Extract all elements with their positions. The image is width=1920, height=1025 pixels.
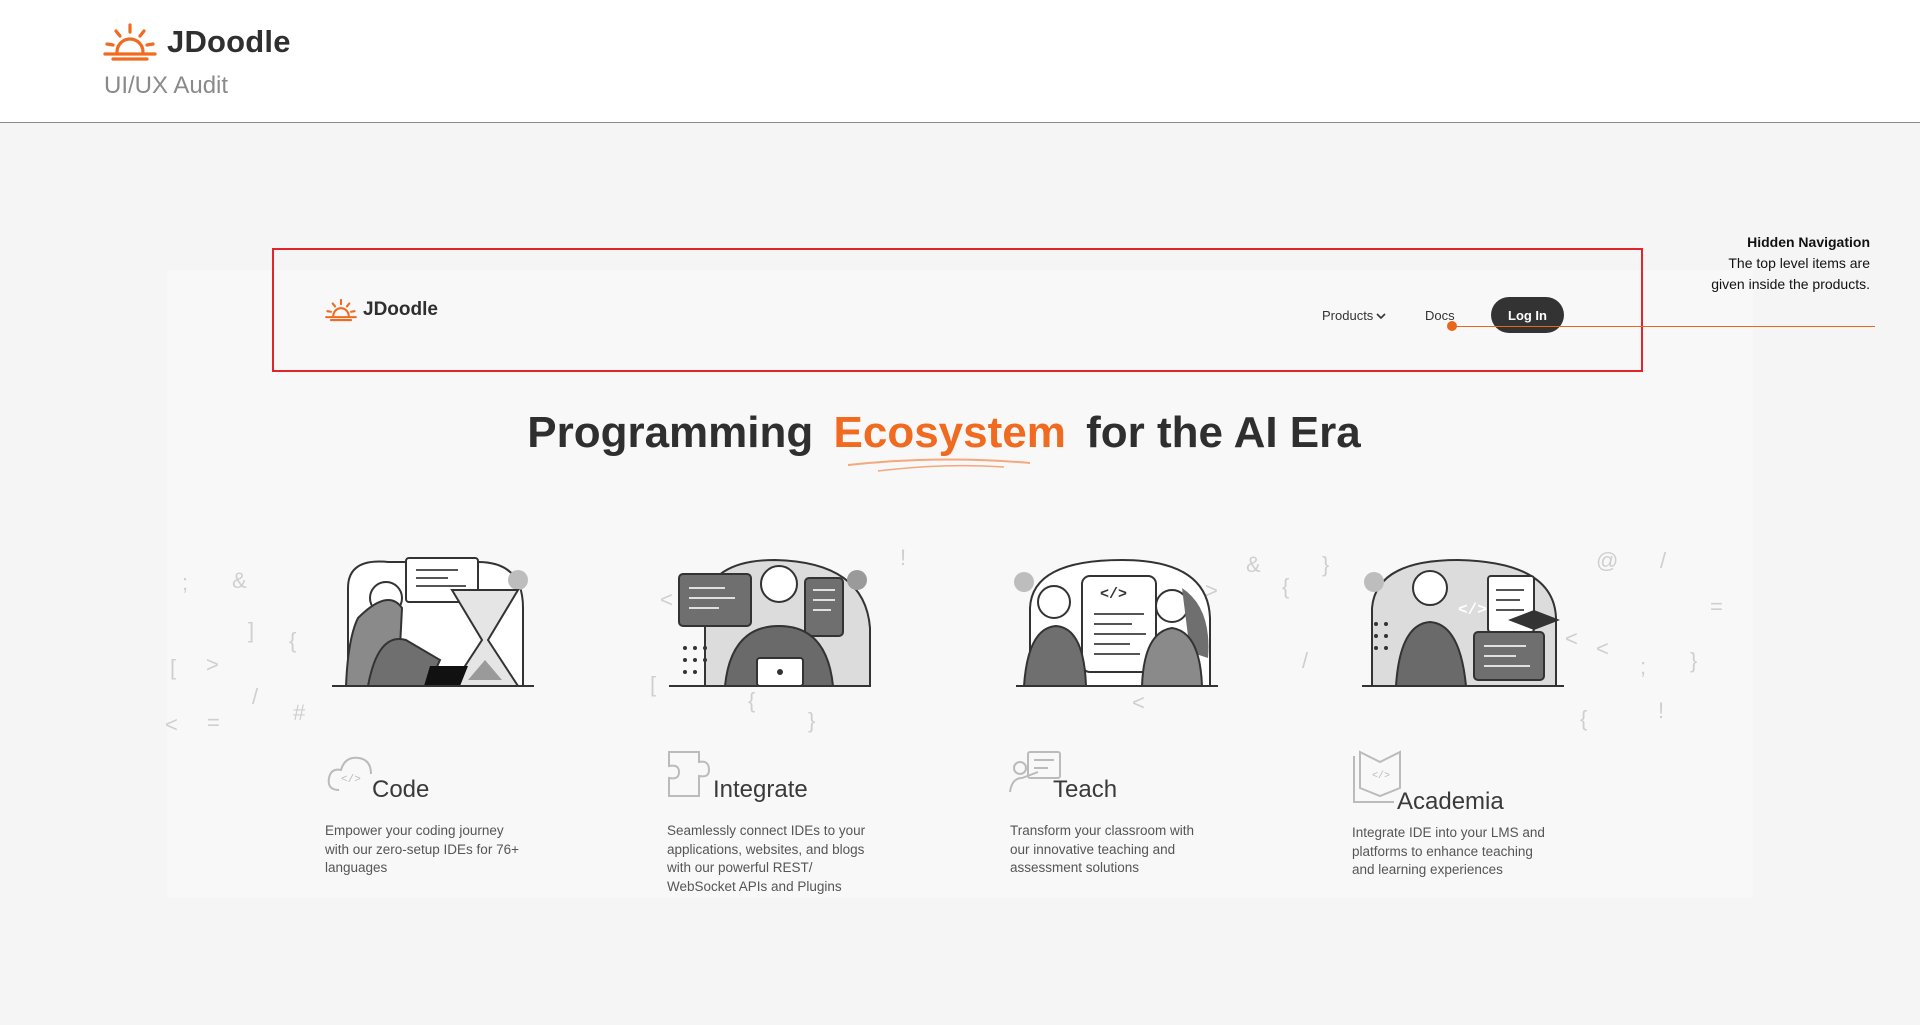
- card-desc-line: WebSocket APIs and Plugins: [667, 878, 842, 894]
- svg-text:</>: </>: [1372, 770, 1390, 782]
- teach-illustration: </>: [1014, 558, 1218, 687]
- glyph: [: [170, 655, 177, 680]
- sun-logo-icon: [103, 23, 157, 61]
- brush-underline-icon: [847, 458, 1030, 472]
- glyph: =: [1710, 594, 1723, 619]
- hero-text: Programming: [527, 408, 814, 457]
- glyph: [: [650, 672, 657, 697]
- glyph: {: [289, 628, 297, 653]
- annotation-pointer-dot: [1447, 321, 1457, 331]
- hero-text: for the AI Era: [1086, 408, 1361, 457]
- card-desc-line: and learning experiences: [1352, 862, 1503, 877]
- card-title-academia: Academia: [1397, 788, 1504, 815]
- card-desc-line: with our powerful REST/: [667, 860, 813, 875]
- glyph: !: [900, 545, 907, 570]
- chevron-down-icon: [1376, 312, 1386, 319]
- annotation-pointer-line: [1455, 326, 1875, 327]
- audit-subtitle: UI/UX Audit: [104, 72, 229, 99]
- glyph: >: [206, 652, 219, 677]
- glyph: {: [1580, 706, 1588, 731]
- hero-title: Programming Ecosystem for the AI Era: [0, 408, 1888, 472]
- hero-accent: Ecosystem: [833, 408, 1079, 472]
- audit-brand: JDoodle: [103, 22, 291, 62]
- card-desc-line: platforms to enhance teaching: [1352, 843, 1533, 859]
- glyph: }: [1690, 648, 1698, 673]
- site-logo[interactable]: JDoodle: [325, 298, 438, 322]
- svg-text:</>: </>: [1458, 601, 1487, 619]
- nav-products-label: Products: [1322, 308, 1374, 323]
- card-desc-line: Seamlessly connect IDEs to your: [667, 823, 866, 838]
- card-desc-line: Empower your coding journey: [325, 823, 504, 838]
- card-desc-code: Empower your coding journey with our zer…: [325, 822, 540, 878]
- card-title-code: Code: [372, 776, 430, 803]
- card-desc-line: our innovative teaching and: [1010, 841, 1176, 857]
- glyph: #: [293, 700, 306, 725]
- annotation-line: The top level items are: [1728, 255, 1870, 271]
- glyph: }: [1322, 552, 1330, 577]
- card-desc-line: Integrate IDE into your LMS and: [1352, 825, 1545, 840]
- card-desc-line: with our zero-setup IDEs for 76+: [325, 841, 519, 857]
- annotation-line: given inside the products.: [1711, 276, 1870, 292]
- card-desc-line: assessment solutions: [1010, 860, 1140, 875]
- glyph: /: [252, 684, 259, 709]
- glyph: =: [207, 710, 220, 735]
- glyph: !: [1658, 698, 1665, 723]
- glyph: @: [1596, 548, 1619, 573]
- hero-accent-text: Ecosystem: [833, 408, 1066, 457]
- card-desc-line: languages: [325, 860, 388, 875]
- glyph: /: [1660, 548, 1667, 573]
- card-title-teach: Teach: [1053, 776, 1118, 803]
- glyph: &: [232, 568, 247, 593]
- glyph: ;: [1640, 654, 1647, 679]
- glyph: ;: [182, 570, 189, 595]
- glyph: <: [1596, 636, 1609, 661]
- svg-text:</>: </>: [341, 774, 361, 786]
- glyph: /: [1302, 648, 1309, 673]
- audit-header: JDoodle UI/UX Audit: [0, 0, 1920, 123]
- svg-text:</>: </>: [1100, 586, 1127, 603]
- glyph: &: [1246, 552, 1261, 577]
- glyph: <: [165, 712, 178, 737]
- academia-illustration: </>: [1362, 558, 1564, 687]
- annotation-title: Hidden Navigation: [1747, 234, 1870, 250]
- sun-logo-icon: [325, 298, 357, 322]
- nav-products-menu[interactable]: Products: [1322, 308, 1386, 323]
- card-desc-line: Transform your classroom with: [1010, 823, 1195, 838]
- card-desc-integrate: Seamlessly connect IDEs to your applicat…: [667, 822, 882, 896]
- glyph: ]: [248, 618, 255, 643]
- code-illustration: [332, 557, 534, 687]
- login-button[interactable]: Log In: [1491, 297, 1564, 333]
- card-desc-teach: Transform your classroom with our innova…: [1010, 822, 1225, 878]
- audit-brand-name: JDoodle: [167, 24, 291, 59]
- glyph: {: [1282, 574, 1290, 599]
- site-logo-text: JDoodle: [363, 299, 438, 320]
- card-desc-academia: Integrate IDE into your LMS and platform…: [1352, 824, 1567, 880]
- annotation-note: Hidden Navigation The top level items ar…: [1711, 232, 1870, 295]
- integrate-illustration: [669, 558, 871, 687]
- glyph: }: [808, 708, 816, 733]
- card-desc-line: applications, websites, and blogs: [667, 841, 865, 857]
- card-title-integrate: Integrate: [713, 776, 808, 803]
